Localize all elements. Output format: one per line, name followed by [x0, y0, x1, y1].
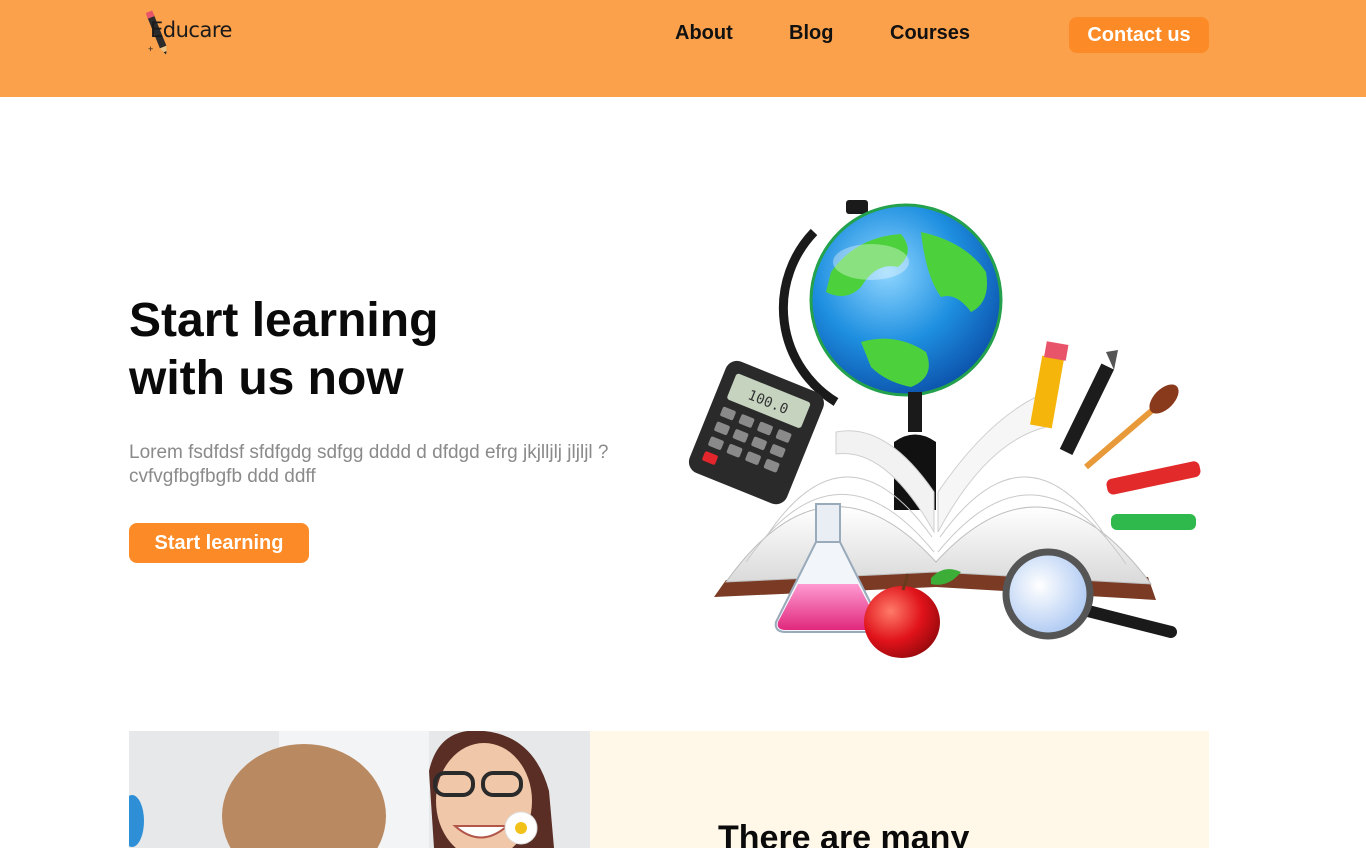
red-marker-icon	[1106, 461, 1201, 495]
logo-text: Educare	[150, 18, 232, 42]
feature-panel: There are many	[590, 731, 1209, 848]
fountain-pen-icon	[1059, 350, 1118, 456]
green-marker-icon	[1111, 514, 1196, 530]
hero-title: Start learning with us now	[129, 292, 549, 408]
contact-us-button[interactable]: Contact us	[1069, 17, 1209, 53]
nav-blog[interactable]: Blog	[789, 22, 833, 45]
nav-courses[interactable]: Courses	[890, 22, 970, 45]
start-learning-button[interactable]: Start learning	[129, 523, 309, 563]
pencil-icon	[1030, 341, 1069, 429]
feature-heading: There are many	[718, 819, 970, 848]
school-supplies-illustration: 100.0	[688, 200, 1201, 658]
hero-description: Lorem fsdfdsf sfdfgdg sdfgg dddd d dfdgd…	[129, 442, 609, 487]
top-header: + Educare About Blog Courses Contact us	[0, 0, 1366, 97]
hero-title-line-2: with us now	[129, 352, 404, 405]
logo[interactable]: + Educare	[146, 8, 236, 58]
hero-title-line-1: Start learning	[129, 294, 439, 347]
nav-about[interactable]: About	[675, 22, 733, 45]
teacher-child-photo	[129, 731, 590, 848]
svg-text:+: +	[148, 44, 153, 54]
photo-illustration	[129, 731, 590, 848]
